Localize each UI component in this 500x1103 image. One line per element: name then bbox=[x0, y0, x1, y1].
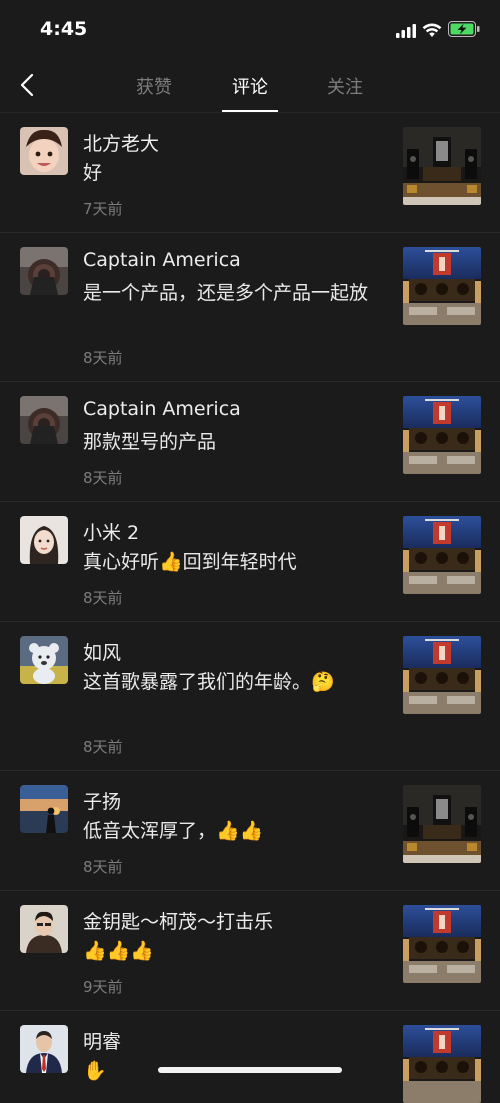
tab-likes-label: 获赞 bbox=[136, 77, 172, 98]
nav-bar: 获赞 评论 关注 bbox=[0, 60, 500, 113]
comment-item[interactable]: 小米 2 真心好听👍回到年轻时代 8天前 bbox=[0, 502, 500, 622]
tab-comments-label: 评论 bbox=[232, 77, 268, 98]
comment-time: 8天前 bbox=[83, 469, 123, 487]
avatar-sunset[interactable] bbox=[20, 785, 68, 833]
wifi-icon bbox=[422, 23, 442, 37]
avatar-suit[interactable] bbox=[20, 1025, 68, 1073]
comment-text: 真心好听👍回到年轻时代 bbox=[83, 551, 297, 573]
avatar-shield[interactable] bbox=[20, 396, 68, 444]
comment-item[interactable]: 如风 这首歌暴露了我们的年龄。🤔 8天前 bbox=[0, 622, 500, 771]
commenter-name[interactable]: 子扬 bbox=[83, 787, 121, 814]
commenter-name[interactable]: Captain America bbox=[83, 398, 241, 420]
tab-following[interactable]: 关注 bbox=[327, 73, 363, 99]
comment-time: 7天前 bbox=[83, 200, 123, 218]
comment-item[interactable]: 子扬 低音太浑厚了，👍👍 8天前 bbox=[0, 771, 500, 891]
avatar-bear[interactable] bbox=[20, 636, 68, 684]
commenter-name[interactable]: Captain America bbox=[83, 249, 241, 271]
comment-text: 👍👍👍 bbox=[83, 940, 154, 962]
video-thumbnail[interactable] bbox=[403, 396, 481, 474]
video-thumbnail[interactable] bbox=[403, 636, 481, 714]
comment-text: 是一个产品，还是多个产品一起放 bbox=[83, 282, 369, 304]
tab-following-label: 关注 bbox=[327, 77, 363, 98]
comment-time: 8天前 bbox=[83, 349, 123, 367]
avatar-shield[interactable] bbox=[20, 247, 68, 295]
tab-comments[interactable]: 评论 bbox=[222, 73, 278, 112]
comment-text: 低音太浑厚了，👍👍 bbox=[83, 820, 264, 842]
avatar-man[interactable] bbox=[20, 905, 68, 953]
comment-item[interactable]: Captain America 是一个产品，还是多个产品一起放 8天前 bbox=[0, 233, 500, 382]
avatar-woman[interactable] bbox=[20, 516, 68, 564]
comment-item[interactable]: 北方老大 好 7天前 bbox=[0, 113, 500, 233]
home-indicator[interactable] bbox=[158, 1067, 342, 1073]
comment-time: 9天前 bbox=[83, 978, 123, 996]
comment-time: 8天前 bbox=[83, 589, 123, 607]
video-thumbnail[interactable] bbox=[403, 127, 481, 205]
comment-item[interactable]: 金钥匙～柯茂～打击乐 👍👍👍 9天前 bbox=[0, 891, 500, 1011]
comment-text: 好 bbox=[83, 162, 103, 184]
active-tab-indicator bbox=[222, 110, 278, 112]
comment-item[interactable]: Captain America 那款型号的产品 8天前 bbox=[0, 382, 500, 502]
status-bar: 4:45 bbox=[0, 0, 500, 60]
avatar-child[interactable] bbox=[20, 127, 68, 175]
tab-likes[interactable]: 获赞 bbox=[136, 73, 172, 99]
video-thumbnail[interactable] bbox=[403, 1025, 481, 1103]
commenter-name[interactable]: 金钥匙～柯茂～打击乐 bbox=[83, 907, 273, 934]
video-thumbnail[interactable] bbox=[403, 247, 481, 325]
status-time: 4:45 bbox=[40, 18, 88, 40]
comment-time: 8天前 bbox=[83, 858, 123, 876]
comment-text: 那款型号的产品 bbox=[83, 431, 217, 453]
back-arrow-icon[interactable] bbox=[14, 70, 42, 100]
comment-text: 这首歌暴露了我们的年龄。🤔 bbox=[83, 671, 335, 693]
video-thumbnail[interactable] bbox=[403, 905, 481, 983]
commenter-name[interactable]: 明睿 bbox=[83, 1027, 121, 1054]
commenter-name[interactable]: 北方老大 bbox=[83, 129, 159, 156]
battery-charging-icon bbox=[448, 21, 480, 37]
comment-time: 8天前 bbox=[83, 738, 123, 756]
commenter-name[interactable]: 如风 bbox=[83, 638, 121, 665]
commenter-name[interactable]: 小米 2 bbox=[83, 518, 139, 545]
cellular-signal-icon bbox=[396, 24, 416, 38]
video-thumbnail[interactable] bbox=[403, 785, 481, 863]
comment-item[interactable]: 明睿 ✋ bbox=[0, 1011, 500, 1103]
comment-list: 北方老大 好 7天前 Captain America 是一个产品，还是多个产品一… bbox=[0, 113, 500, 1103]
video-thumbnail[interactable] bbox=[403, 516, 481, 594]
